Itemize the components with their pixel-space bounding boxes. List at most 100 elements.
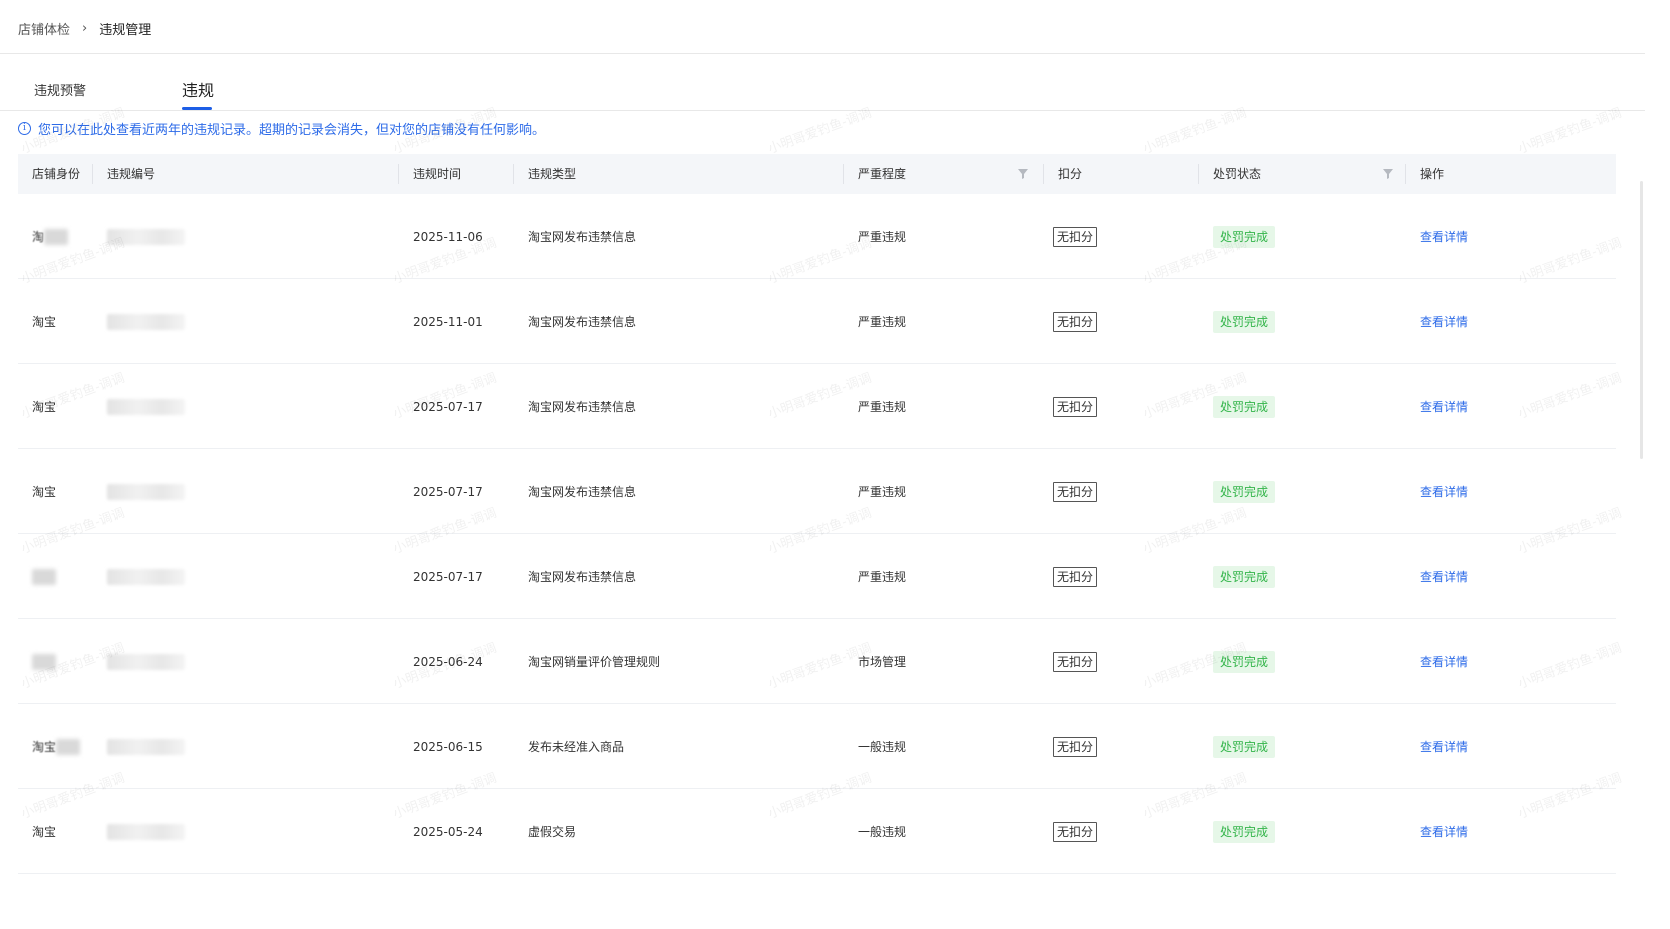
column-header-deduct: 扣分 xyxy=(1058,167,1083,181)
notice-text: 您可以在此处查看近两年的违规记录。超期的记录会消失，但对您的店铺没有任何影响。 xyxy=(38,123,546,138)
status-badge: 处罚完成 xyxy=(1213,650,1276,673)
store-identity: 淘宝 xyxy=(32,485,57,499)
cell-severity: 市场管理 xyxy=(858,655,907,669)
view-details-link[interactable]: 查看详情 xyxy=(1420,228,1468,245)
cell-severity: 严重违规 xyxy=(858,230,907,244)
cell-violation-time: 2025-07-17 xyxy=(413,399,483,414)
header-divider xyxy=(0,53,1645,54)
cell-violation-type: 淘宝网发布违禁信息 xyxy=(528,315,637,329)
violation-id-redacted xyxy=(107,568,185,585)
cell-violation-type: 淘宝网发布违禁信息 xyxy=(528,485,637,499)
store-identity: 淘宝 xyxy=(32,825,57,839)
cell-violation-type: 淘宝网发布违禁信息 xyxy=(528,570,637,584)
column-header-violation-time: 违规时间 xyxy=(413,167,462,181)
violation-id-redacted xyxy=(107,483,185,500)
breadcrumb: 店铺体检 › 违规管理 xyxy=(18,18,151,38)
cell-violation-type: 虚假交易 xyxy=(528,825,577,839)
cell-violation-id xyxy=(107,194,185,279)
status-badge: 处罚完成 xyxy=(1213,480,1276,503)
tab-bar: 违规预警 违规 xyxy=(18,74,1645,111)
status-badge: 处罚完成 xyxy=(1213,820,1276,843)
cell-violation-time: 2025-06-24 xyxy=(413,654,483,669)
cell-action: 查看详情 xyxy=(1420,364,1468,449)
violation-id-redacted xyxy=(107,313,185,330)
table-body: 淘 2025-11-06 淘宝网发布违禁信息 严重违规 无扣分 处罚完成 查看详情 淘宝 202… xyxy=(18,194,1616,874)
violation-table: 店铺身份 违规编号 违规时间 违规类型 严重程度 扣分 处罚状态 操作 淘 202… xyxy=(18,154,1616,874)
breadcrumb-parent-link[interactable]: 店铺体检 xyxy=(18,19,70,38)
cell-severity: 严重违规 xyxy=(858,315,907,329)
status-badge: 处罚完成 xyxy=(1213,565,1276,588)
breadcrumb-current: 违规管理 xyxy=(99,22,152,38)
cell-violation-id xyxy=(107,449,185,534)
cell-penalty-status: 处罚完成 xyxy=(1213,364,1276,449)
info-icon: i xyxy=(18,122,31,135)
cell-deduct: 无扣分 xyxy=(1053,449,1098,534)
cell-violation-id xyxy=(107,704,185,789)
store-identity: 淘宝 xyxy=(32,740,57,754)
table-row: 淘宝 2025-11-01 淘宝网发布违禁信息 严重违规 无扣分 处罚完成 查看详情 xyxy=(18,279,1616,364)
status-badge: 处罚完成 xyxy=(1213,735,1276,758)
table-row: 淘宝 2025-07-17 淘宝网发布违禁信息 严重违规 无扣分 处罚完成 查看详情 xyxy=(18,364,1616,449)
cell-deduct: 无扣分 xyxy=(1053,534,1098,619)
deduct-tag: 无扣分 xyxy=(1053,481,1098,502)
table-row: 淘宝 2025-07-17 淘宝网发布违禁信息 严重违规 无扣分 处罚完成 查看详情 xyxy=(18,449,1616,534)
cell-deduct: 无扣分 xyxy=(1053,194,1098,279)
cell-action: 查看详情 xyxy=(1420,279,1468,364)
cell-violation-id xyxy=(107,789,185,874)
view-details-link[interactable]: 查看详情 xyxy=(1420,738,1468,755)
column-divider xyxy=(92,164,93,184)
view-details-link[interactable]: 查看详情 xyxy=(1420,483,1468,500)
deduct-tag: 无扣分 xyxy=(1053,651,1098,672)
column-header-severity: 严重程度 xyxy=(858,167,907,181)
scrollbar[interactable] xyxy=(1640,181,1643,459)
cell-violation-time: 2025-11-06 xyxy=(413,229,483,244)
cell-violation-time: 2025-06-15 xyxy=(413,739,483,754)
cell-penalty-status: 处罚完成 xyxy=(1213,194,1276,279)
cell-store: 淘宝 xyxy=(32,704,81,789)
violation-id-redacted xyxy=(107,653,185,670)
notice-banner: i 您可以在此处查看近两年的违规记录。超期的记录会消失，但对您的店铺没有任何影响… xyxy=(18,119,545,138)
tab-violation-warning[interactable]: 违规预警 xyxy=(34,74,86,111)
cell-store: 淘宝 xyxy=(32,364,56,449)
table-row: 淘宝 2025-05-24 虚假交易 一般违规 无扣分 处罚完成 查看详情 xyxy=(18,789,1616,874)
status-badge: 处罚完成 xyxy=(1213,310,1276,333)
view-details-link[interactable]: 查看详情 xyxy=(1420,653,1468,670)
cell-penalty-status: 处罚完成 xyxy=(1213,534,1276,619)
violation-id-redacted xyxy=(107,823,185,840)
cell-action: 查看详情 xyxy=(1420,534,1468,619)
table-row: 淘宝 2025-06-15 发布未经准入商品 一般违规 无扣分 处罚完成 查看详情 xyxy=(18,704,1616,789)
cell-violation-time: 2025-05-24 xyxy=(413,824,483,839)
cell-violation-time: 2025-07-17 xyxy=(413,484,483,499)
cell-action: 查看详情 xyxy=(1420,704,1468,789)
column-divider xyxy=(1198,164,1199,184)
cell-violation-time: 2025-07-17 xyxy=(413,569,483,584)
cell-deduct: 无扣分 xyxy=(1053,789,1098,874)
store-identity-redacted xyxy=(32,568,56,585)
store-identity: 淘宝 xyxy=(32,400,57,414)
store-identity-redacted xyxy=(32,653,56,670)
cell-deduct: 无扣分 xyxy=(1053,279,1098,364)
cell-violation-id xyxy=(107,619,185,704)
tab-violation[interactable]: 违规 xyxy=(182,74,214,111)
deduct-tag: 无扣分 xyxy=(1053,226,1098,247)
table-row: 淘 2025-11-06 淘宝网发布违禁信息 严重违规 无扣分 处罚完成 查看详情 xyxy=(18,194,1616,279)
cell-severity: 严重违规 xyxy=(858,570,907,584)
status-filter-icon[interactable] xyxy=(1383,169,1393,179)
cell-action: 查看详情 xyxy=(1420,194,1468,279)
store-identity: 淘宝 xyxy=(32,315,57,329)
view-details-link[interactable]: 查看详情 xyxy=(1420,398,1468,415)
cell-deduct: 无扣分 xyxy=(1053,704,1098,789)
cell-severity: 严重违规 xyxy=(858,485,907,499)
cell-violation-time: 2025-11-01 xyxy=(413,314,483,329)
view-details-link[interactable]: 查看详情 xyxy=(1420,313,1468,330)
cell-penalty-status: 处罚完成 xyxy=(1213,279,1276,364)
column-header-store: 店铺身份 xyxy=(32,167,81,181)
view-details-link[interactable]: 查看详情 xyxy=(1420,568,1468,585)
violation-id-redacted xyxy=(107,228,185,245)
chevron-right-icon: › xyxy=(82,20,88,36)
cell-store: 淘宝 xyxy=(32,279,56,364)
view-details-link[interactable]: 查看详情 xyxy=(1420,823,1468,840)
cell-violation-id xyxy=(107,534,185,619)
severity-filter-icon[interactable] xyxy=(1018,169,1028,179)
cell-severity: 一般违规 xyxy=(858,740,907,754)
